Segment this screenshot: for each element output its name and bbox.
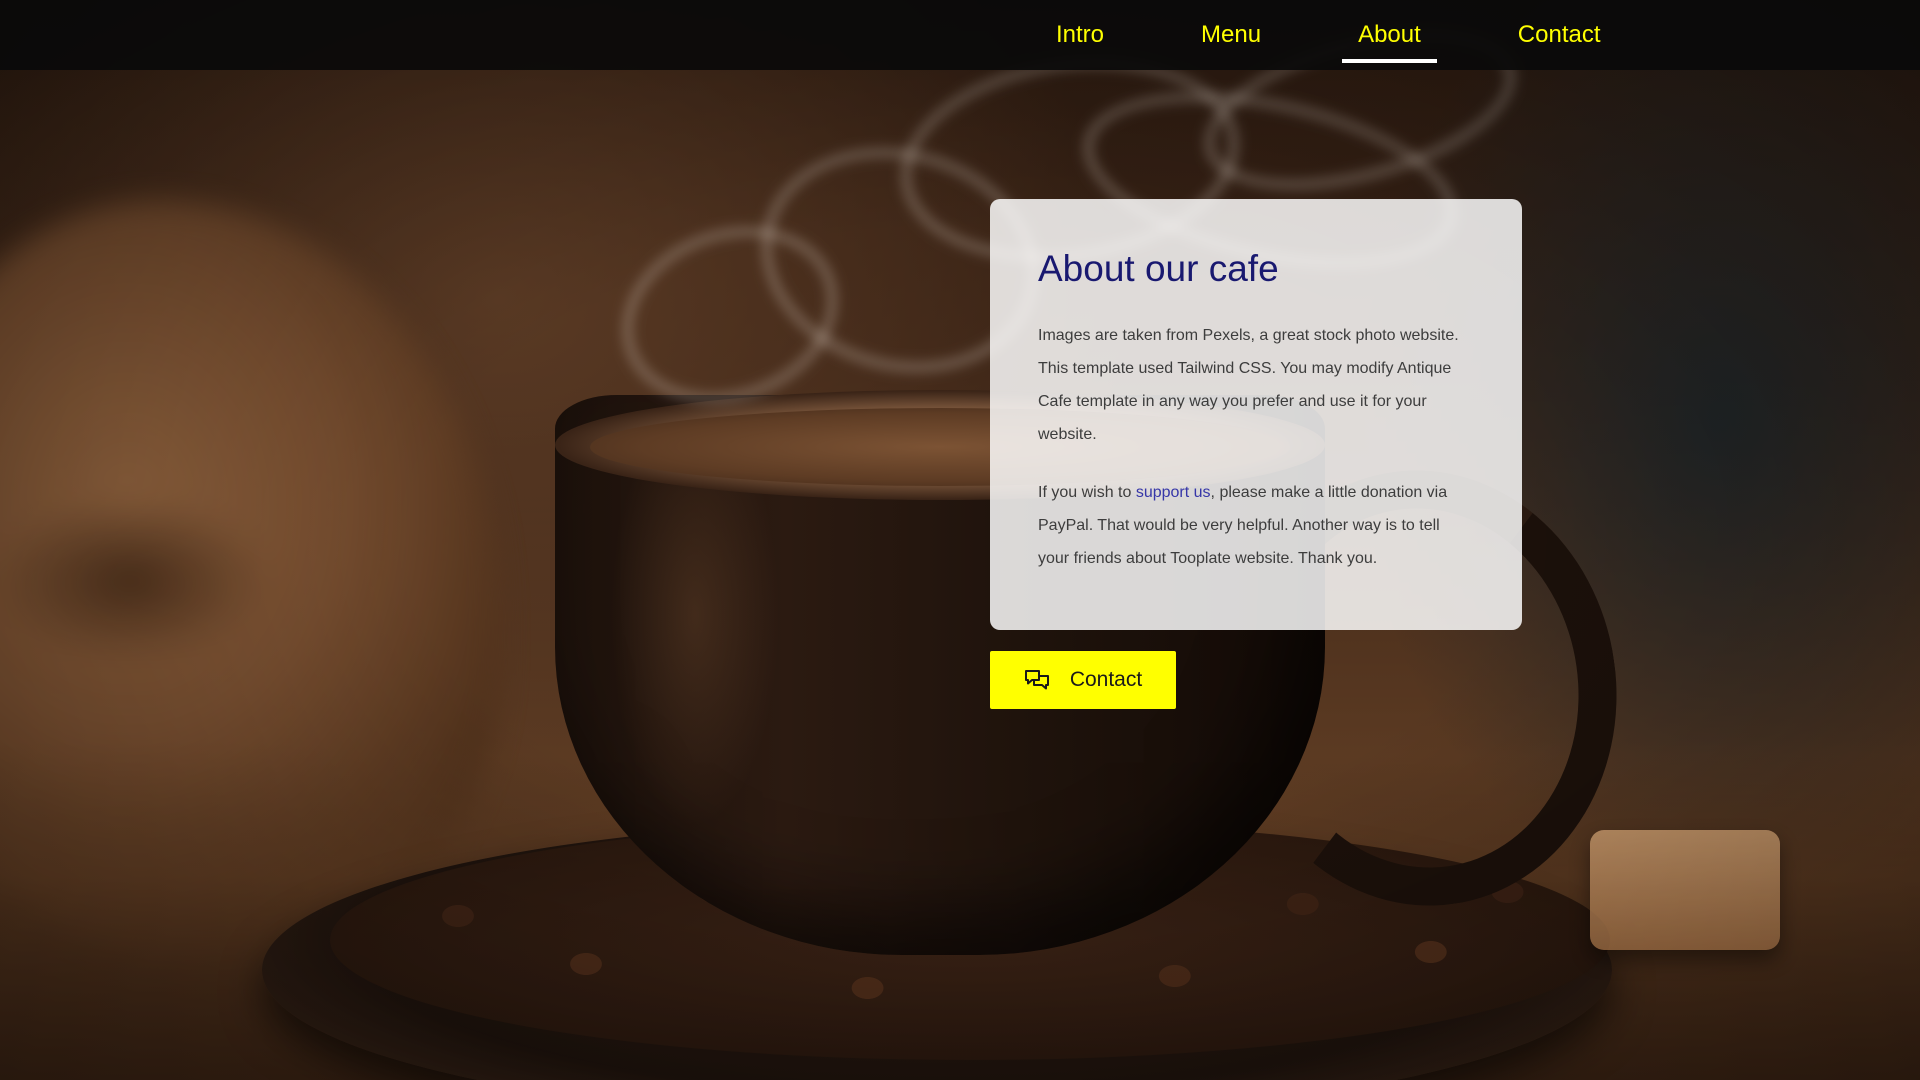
support-us-link[interactable]: support us xyxy=(1136,484,1211,501)
about-card: About our cafe Images are taken from Pex… xyxy=(990,199,1522,630)
contact-button[interactable]: Contact xyxy=(990,651,1176,709)
vignette-overlay xyxy=(0,0,1920,1080)
contact-button-label: Contact xyxy=(1069,668,1143,691)
chat-bubbles-icon xyxy=(1024,669,1050,691)
nav-list: Intro Menu About Contact xyxy=(1040,0,1682,70)
paragraph-2-text-before: If you wish to xyxy=(1038,484,1136,501)
nav-item-menu[interactable]: Menu xyxy=(1185,7,1277,63)
page: Intro Menu About Contact About our cafe … xyxy=(0,0,1920,1080)
about-title: About our cafe xyxy=(1038,248,1279,289)
top-navbar: Intro Menu About Contact xyxy=(0,0,1920,70)
nav-item-intro[interactable]: Intro xyxy=(1040,7,1120,63)
background-photo xyxy=(0,0,1920,1080)
about-paragraph-2: If you wish to support us, please make a… xyxy=(1038,476,1474,575)
nav-item-about[interactable]: About xyxy=(1342,7,1437,63)
about-paragraph-1: Images are taken from Pexels, a great st… xyxy=(1038,327,1459,443)
nav-item-contact[interactable]: Contact xyxy=(1502,7,1617,63)
